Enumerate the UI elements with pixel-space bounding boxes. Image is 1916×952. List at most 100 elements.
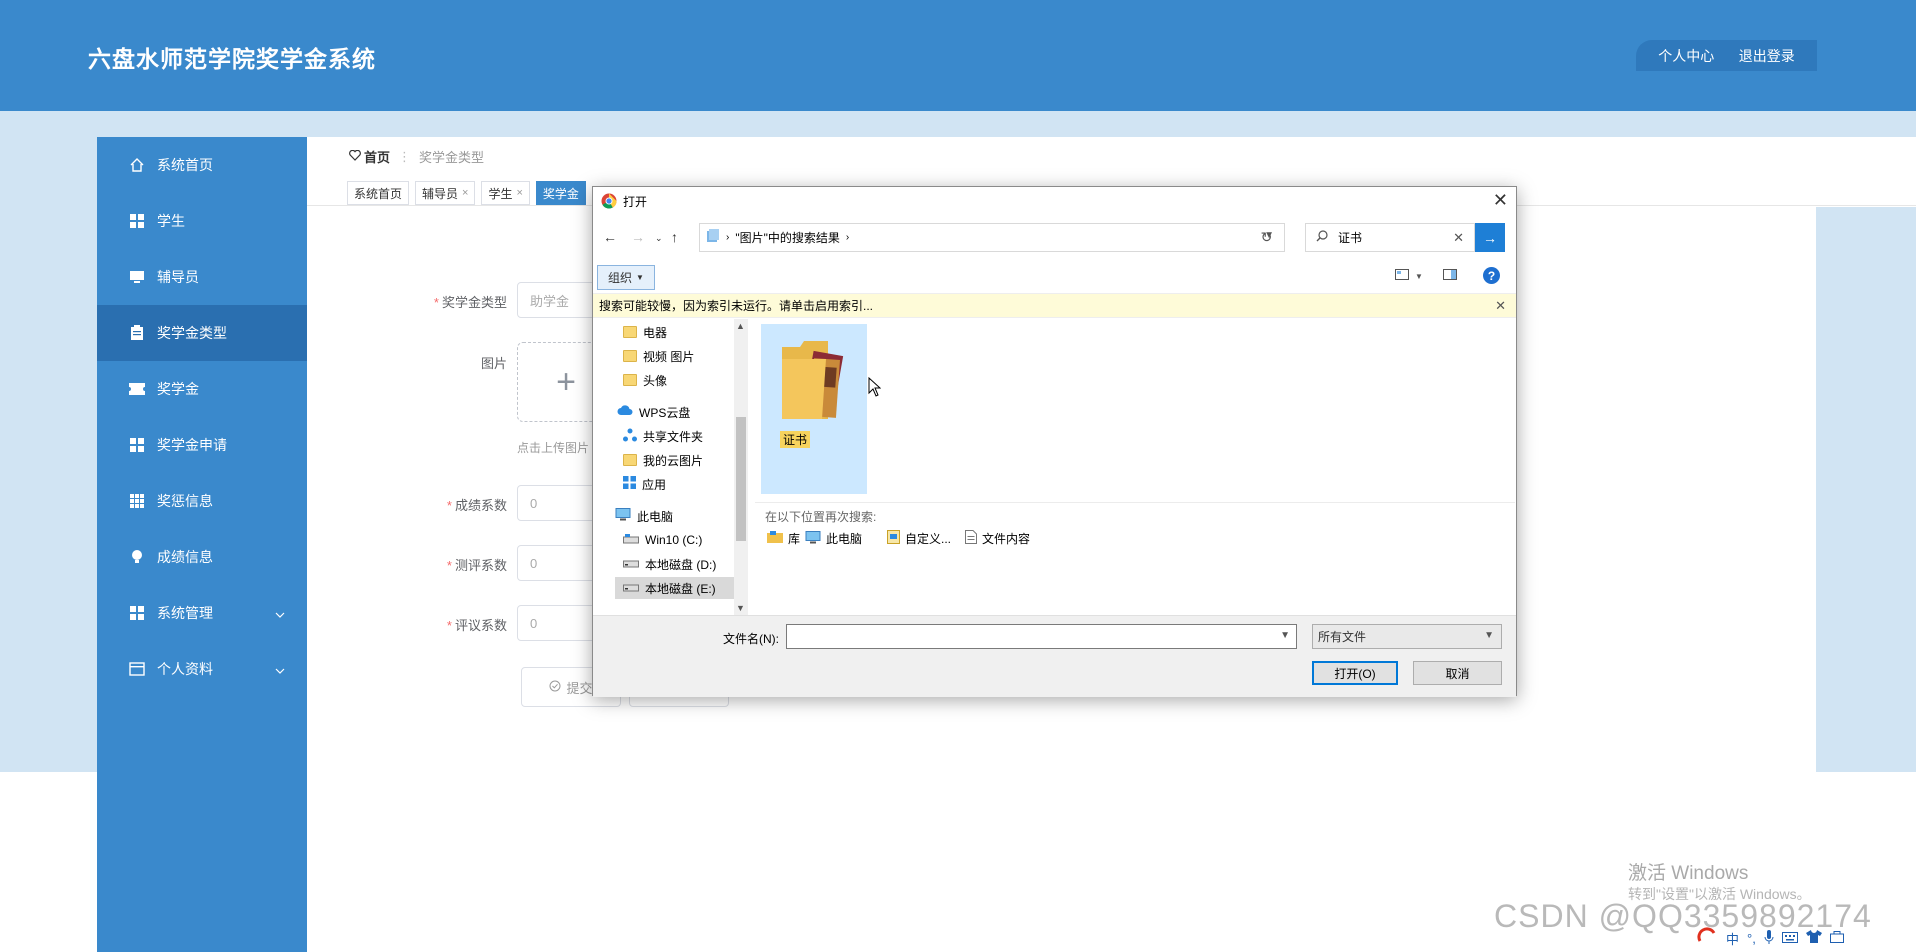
nav-item[interactable]: WPS云盘 — [617, 401, 690, 423]
share-icon — [623, 428, 637, 445]
sidebar-item-student[interactable]: 学生 — [97, 193, 307, 249]
up-arrow-icon[interactable]: ↑ — [671, 229, 678, 245]
forward-arrow-icon[interactable]: → — [631, 229, 645, 245]
sidebar-item-label: 系统首页 — [157, 157, 213, 173]
chevron-down-icon[interactable]: ▼ — [1280, 630, 1290, 641]
nav-item[interactable]: 本地磁盘 (D:) — [623, 553, 716, 575]
search-results-icon — [706, 229, 720, 246]
eval-label: * 测评系数 — [446, 558, 507, 573]
caret-down-icon[interactable]: ▼ — [1415, 272, 1423, 281]
back-arrow-icon[interactable]: ← — [603, 229, 617, 245]
sidebar-item-rewards[interactable]: 奖惩信息 — [97, 473, 307, 529]
dialog-toolbar: 组织 ▼ ▼ ? — [593, 263, 1516, 291]
filename-input[interactable]: ▼ — [786, 624, 1297, 649]
nav-scrollbar[interactable]: ▲ ▼ — [734, 319, 748, 615]
help-icon[interactable]: ? — [1483, 267, 1500, 284]
sidebar-item-grades[interactable]: 成绩信息 — [97, 529, 307, 585]
nav-item[interactable]: 视频 图片 — [623, 345, 694, 367]
tab-home[interactable]: 系统首页 — [347, 181, 410, 205]
sidebar-item-counselor[interactable]: 辅导员 — [97, 249, 307, 305]
microphone-icon[interactable] — [1764, 929, 1774, 947]
sidebar-item-label: 辅导员 — [157, 269, 199, 285]
table-icon — [129, 493, 145, 509]
caret-down-icon: ▼ — [636, 273, 644, 282]
ticket-icon — [129, 381, 145, 397]
sidebar-item-label: 奖学金申请 — [157, 437, 227, 453]
ime-chinese-indicator[interactable]: 中 — [1726, 929, 1739, 948]
scroll-up-icon[interactable]: ▲ — [736, 321, 745, 331]
close-icon[interactable]: ✕ — [1493, 191, 1508, 209]
filetype-select[interactable]: 所有文件 ▼ — [1312, 624, 1502, 649]
grid-icon — [129, 437, 145, 453]
address-bar[interactable]: › "图片"中的搜索结果 › ▼ — [699, 223, 1285, 252]
breadcrumb-home[interactable]: 首页 — [349, 147, 390, 166]
logout-link[interactable]: 退出登录 — [1739, 46, 1795, 66]
review-label: * 评议系数 — [446, 618, 507, 633]
ime-logo-icon — [1696, 926, 1718, 950]
computer-icon — [615, 508, 631, 524]
file-open-dialog: 打开 ✕ ← → ⌄ ↑ › "图片"中的搜索结果 › ▼ ↻ 证书 ✕ → 组… — [592, 186, 1517, 697]
app-title: 六盘水师范学院奖学金系统 — [88, 46, 376, 72]
nav-item[interactable]: 电器 — [623, 321, 667, 343]
nav-item[interactable]: 头像 — [623, 369, 667, 391]
folder-icon — [623, 454, 637, 466]
index-info-bar[interactable]: 搜索可能较慢，因为索引未运行。请单击启用索引... ✕ — [593, 293, 1516, 318]
toolbox-icon[interactable] — [1829, 930, 1844, 946]
search-go-button[interactable]: → — [1475, 223, 1505, 252]
drive-icon — [623, 581, 639, 595]
check-circle-icon — [549, 680, 561, 695]
close-icon[interactable]: × — [516, 187, 522, 199]
nav-item[interactable]: 此电脑 — [615, 505, 673, 527]
search-location-pc[interactable]: 此电脑 — [805, 530, 862, 547]
sidebar-item-label: 个人资料 — [157, 661, 213, 677]
sidebar-item-label: 成绩信息 — [157, 549, 213, 565]
tab-student[interactable]: 学生 × — [481, 181, 530, 205]
sidebar-item-label: 奖惩信息 — [157, 493, 213, 509]
open-button[interactable]: 打开(O) — [1312, 661, 1398, 685]
breadcrumb-separator: ⋮ — [398, 148, 412, 164]
search-location-file-content[interactable]: 文件内容 — [965, 530, 1030, 547]
drive-icon — [623, 533, 639, 547]
nav-item[interactable]: 我的云图片 — [623, 449, 703, 471]
chevron-down-icon[interactable]: ⌄ — [655, 233, 663, 244]
sidebar-item-scholarship[interactable]: 奖学金 — [97, 361, 307, 417]
clear-icon[interactable]: ✕ — [1453, 230, 1464, 246]
punctuation-icon[interactable]: °, — [1747, 931, 1756, 946]
tab-scholarship-type[interactable]: 奖学金 — [535, 181, 586, 205]
monitor-icon — [129, 269, 145, 285]
nav-item-selected[interactable]: 本地磁盘 (E:) — [615, 577, 734, 599]
sidebar-item-scholarship-type[interactable]: 奖学金类型 — [97, 305, 307, 361]
nav-item[interactable]: Win10 (C:) — [623, 529, 702, 551]
search-box[interactable]: 证书 ✕ — [1305, 223, 1475, 252]
view-options-icon[interactable] — [1395, 269, 1409, 283]
drive-icon — [623, 557, 639, 571]
keyboard-icon[interactable] — [1781, 931, 1798, 946]
tab-counselor[interactable]: 辅导员 × — [415, 181, 476, 205]
nav-item[interactable]: 共享文件夹 — [623, 425, 703, 447]
organize-button[interactable]: 组织 ▼ — [597, 265, 655, 290]
close-icon[interactable]: × — [462, 187, 468, 199]
sidebar: 系统首页 学生 辅导员 奖学金类型 奖学金 奖学金申请 奖惩信息 成绩信息 系统… — [97, 137, 307, 952]
tshirt-icon[interactable] — [1805, 930, 1822, 946]
result-folder-tile[interactable]: 证书 — [761, 324, 867, 494]
sidebar-item-profile[interactable]: 个人资料 — [97, 641, 307, 697]
dialog-footer: 文件名(N): ▼ 所有文件 ▼ 打开(O) 取消 — [593, 615, 1516, 697]
cancel-button[interactable]: 取消 — [1413, 661, 1502, 685]
sidebar-item-label: 奖学金 — [157, 381, 199, 397]
nav-item[interactable]: 应用 — [623, 473, 666, 495]
folder-icon — [623, 374, 637, 386]
close-icon[interactable]: ✕ — [1495, 298, 1506, 314]
arrow-right-icon: → — [1483, 229, 1497, 246]
personal-center-link[interactable]: 个人中心 — [1658, 46, 1714, 66]
preview-pane-icon[interactable] — [1443, 269, 1457, 283]
mouse-cursor-icon — [868, 376, 882, 400]
refresh-button[interactable]: ↻ — [1249, 223, 1285, 252]
sidebar-item-system-admin[interactable]: 系统管理 — [97, 585, 307, 641]
sidebar-item-home[interactable]: 系统首页 — [97, 137, 307, 193]
scroll-thumb[interactable] — [736, 417, 746, 541]
upload-hint: 点击上传图片 — [517, 441, 590, 455]
scroll-down-icon[interactable]: ▼ — [736, 603, 745, 613]
sidebar-item-scholarship-apply[interactable]: 奖学金申请 — [97, 417, 307, 473]
search-location-custom[interactable]: 自定义... — [887, 530, 951, 547]
search-location-library[interactable]: 库 — [767, 530, 800, 547]
